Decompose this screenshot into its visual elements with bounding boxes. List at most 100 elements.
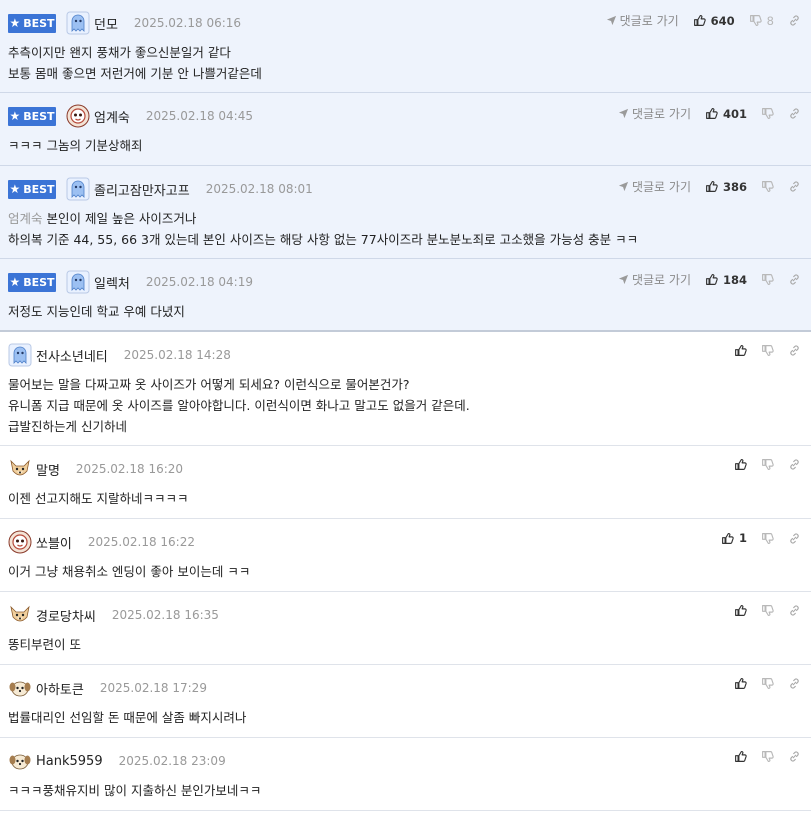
avatar[interactable] [8,603,32,627]
nickname[interactable]: Hank5959 [36,754,103,769]
nickname[interactable]: 던모 [94,14,118,33]
avatar[interactable] [8,749,32,773]
thumbs-down-icon [761,750,774,763]
star-icon: ★ [9,182,21,196]
thumbs-down-icon [761,273,774,286]
comment-date: 2025.02.18 08:01 [205,182,313,196]
upvote-button[interactable] [734,677,747,690]
comment-line: 보통 몸매 좋으면 저런거에 기분 안 나쁠거같은데 [8,63,803,84]
comment-body: 물어보는 말을 다짜고짜 옷 사이즈가 어떻게 되세요? 이런식으로 물어본건가… [8,368,803,437]
upvote-button[interactable]: 1 [721,531,747,545]
downvote-button[interactable]: 8 [749,14,774,28]
downvote-button[interactable] [761,107,774,120]
nickname[interactable]: 아하토큰 [36,679,84,698]
comment-text: 저정도 지능인데 학교 우예 다녔지 [8,304,185,319]
comment-line: 물어보는 말을 다짜고짜 옷 사이즈가 어떻게 되세요? 이런식으로 물어본건가… [8,374,803,395]
comment-item: ★ BEST 던모 2025.02.18 06:16 추측이지만 왠지 풍채가 좋으신분… [0,0,811,93]
comment-header: 아하토큰 2025.02.18 17:29 [8,675,803,701]
thumbs-up-icon [705,107,718,120]
comment-body: 똥티부련이 또 [8,628,803,655]
comment-body: 엄계숙 본인이 제일 높은 사이즈거나 하의복 기준 44, 55, 66 3개 … [8,202,803,250]
avatar[interactable] [8,457,32,481]
downvote-button[interactable] [761,180,774,193]
comment-date: 2025.02.18 04:19 [145,275,253,289]
comment-text: 물어보는 말을 다짜고짜 옷 사이즈가 어떻게 되세요? 이런식으로 물어본건가… [8,377,410,392]
comment-item: ★ BEST 졸리고잠만자고프 2025.02.18 08:01 엄계숙 본인이 제일 … [0,166,811,259]
nickname[interactable]: 말명 [36,460,60,479]
comment-body: 추측이지만 왠지 풍채가 좋으신분일거 같다 보통 몸매 좋으면 저런거에 기분 … [8,36,803,84]
avatar[interactable] [8,343,32,367]
avatar[interactable] [66,270,90,294]
link-icon[interactable] [788,107,801,120]
link-icon[interactable] [788,14,801,27]
best-label: BEST [23,16,55,30]
comment-line: 이거 그냥 채용취소 엔딩이 좋아 보이는데 ㅋㅋ [8,561,803,582]
comment-actions [734,677,801,690]
comment-actions: 댓글로 가기 401 [618,105,801,122]
upvote-button[interactable] [734,458,747,471]
avatar[interactable] [8,676,32,700]
avatar[interactable] [66,177,90,201]
upvote-button[interactable]: 184 [705,273,747,287]
thumbs-down-icon [761,604,774,617]
comment-actions: 댓글로 가기 640 8 [606,12,801,29]
mention-link[interactable]: 엄계숙 [8,211,43,226]
comment-text: 급발진하는게 신기하네 [8,419,127,434]
link-icon[interactable] [788,750,801,763]
nickname[interactable]: 경로당차씨 [36,606,96,625]
upvote-button[interactable] [734,750,747,763]
nickname[interactable]: 쏘블이 [36,533,72,552]
link-icon[interactable] [788,344,801,357]
goto-comment-button[interactable]: 댓글로 가기 [618,178,691,195]
comment-text: 보통 몸매 좋으면 저런거에 기분 안 나쁠거같은데 [8,66,262,81]
goto-comment-button[interactable]: 댓글로 가기 [618,271,691,288]
best-badge: ★ BEST [8,13,56,33]
link-icon[interactable] [788,458,801,471]
comment-date: 2025.02.18 14:28 [123,348,231,362]
nickname[interactable]: 엄계숙 [94,107,130,126]
upvote-button[interactable]: 401 [705,107,747,121]
upvote-count: 184 [722,272,747,287]
upvote-count: 1 [738,531,747,545]
upvote-button[interactable]: 386 [705,180,747,194]
comment-date: 2025.02.18 16:22 [87,535,195,549]
goto-label: 댓글로 가기 [619,14,679,28]
comment-actions: 댓글로 가기 184 [618,271,801,288]
comment-header: 쏘블이 2025.02.18 16:22 [8,529,803,555]
upvote-button[interactable] [734,344,747,357]
link-icon[interactable] [788,180,801,193]
upvote-button[interactable]: 640 [693,14,735,28]
link-icon[interactable] [788,604,801,617]
downvote-button[interactable] [761,273,774,286]
downvote-button[interactable] [761,458,774,471]
link-icon[interactable] [788,273,801,286]
comment-body: ㅋㅋㅋ풍채유지비 많이 지출하신 분인가보네ㅋㅋ [8,774,803,801]
upvote-button[interactable] [734,604,747,617]
downvote-button[interactable] [761,604,774,617]
comment-line: ㅋㅋㅋ 그놈의 기분상해죄 [8,135,803,156]
downvote-button[interactable] [761,532,774,545]
downvote-button[interactable] [761,344,774,357]
comment-line: 하의복 기준 44, 55, 66 3개 있는데 본인 사이즈는 해당 사항 없… [8,229,803,250]
comment-item: 쏘블이 2025.02.18 16:22 이거 그냥 채용취소 엔딩이 좋아 보이는… [0,519,811,592]
thumbs-down-icon [761,344,774,357]
nickname[interactable]: 졸리고잠만자고프 [94,180,190,199]
downvote-button[interactable] [761,677,774,690]
avatar[interactable] [8,530,32,554]
goto-comment-button[interactable]: 댓글로 가기 [606,12,679,29]
goto-comment-button[interactable]: 댓글로 가기 [618,105,691,122]
avatar[interactable] [66,11,90,35]
avatar[interactable] [66,104,90,128]
comment-date: 2025.02.18 16:20 [75,462,184,476]
downvote-button[interactable] [761,750,774,763]
comment-header: 말명 2025.02.18 16:20 [8,456,803,482]
link-icon[interactable] [788,677,801,690]
comment-item: 전사소년네티 2025.02.18 14:28 물어보는 말을 다짜고짜 옷 사이즈… [0,332,811,446]
comment-date: 2025.02.18 23:09 [118,754,226,768]
comment-line: 유니폼 지급 때문에 옷 사이즈를 알아야합니다. 이런식이면 화나고 말고도 … [8,395,803,416]
best-label: BEST [23,182,55,196]
nickname[interactable]: 전사소년네티 [36,346,108,365]
nickname[interactable]: 일렉처 [94,273,130,292]
comment-text: 똥티부련이 또 [8,637,81,652]
link-icon[interactable] [788,532,801,545]
